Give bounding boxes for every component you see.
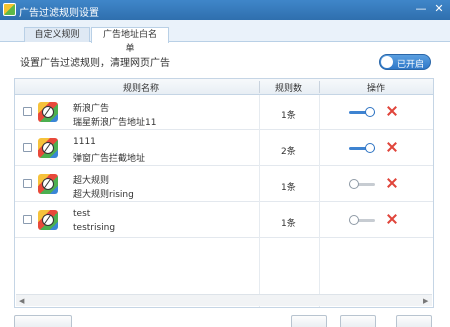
remove-button[interactable] — [340, 315, 376, 327]
delete-icon[interactable] — [387, 106, 397, 116]
rule-count: 1条 — [281, 183, 296, 193]
table-row[interactable]: 1111 弹窗广告拦截地址 2条 — [15, 131, 433, 166]
rule-name: 超大规则 — [73, 176, 110, 186]
rule-icon — [38, 102, 58, 122]
rule-name: test — [73, 209, 91, 219]
column-header-name[interactable]: 规则名称 — [123, 81, 159, 94]
tab-custom-rules[interactable]: 自定义规则 — [24, 27, 90, 42]
column-divider — [319, 81, 320, 93]
add-rule-button[interactable] — [14, 315, 72, 327]
title-bar: 广告过滤规则设置 — ✕ — [0, 0, 450, 20]
column-divider — [259, 95, 260, 307]
table-row[interactable]: 新浪广告 瑞星新浪广告地址11 1条 — [15, 95, 433, 130]
rule-description: testrising — [73, 223, 116, 233]
row-checkbox[interactable] — [23, 143, 32, 152]
table-row[interactable]: test testrising 1条 — [15, 203, 433, 238]
column-divider — [319, 95, 320, 307]
toggle-knob — [381, 56, 393, 68]
horizontal-scrollbar[interactable]: ◀ ▶ — [16, 294, 432, 306]
rule-icon — [38, 210, 58, 230]
rule-description: 瑞星新浪广告地址11 — [73, 118, 157, 128]
delete-icon[interactable] — [387, 214, 397, 224]
rule-enable-slider[interactable] — [349, 179, 375, 189]
row-checkbox[interactable] — [23, 107, 32, 116]
delete-icon[interactable] — [387, 142, 397, 152]
close-button[interactable]: ✕ — [432, 2, 446, 16]
footer-bar — [0, 312, 450, 327]
rule-description: 超大规则rising — [73, 190, 134, 200]
edit-button[interactable] — [291, 315, 327, 327]
column-header-count[interactable]: 规则数 — [275, 81, 302, 94]
table-row[interactable]: 超大规则 超大规则rising 1条 — [15, 167, 433, 202]
rule-count: 1条 — [281, 219, 296, 229]
scroll-left-icon[interactable]: ◀ — [19, 297, 24, 305]
rule-enable-slider[interactable] — [349, 143, 375, 153]
filter-toggle[interactable]: 已开启 — [379, 54, 431, 70]
rule-count: 2条 — [281, 147, 296, 157]
tab-bar: 自定义规则 广告地址白名单 — [0, 20, 450, 54]
ok-button[interactable] — [396, 315, 432, 327]
app-icon — [3, 3, 16, 16]
tab-ad-whitelist[interactable]: 广告地址白名单 — [91, 27, 169, 54]
rule-name: 新浪广告 — [73, 104, 110, 114]
row-checkbox[interactable] — [23, 179, 32, 188]
rule-icon — [38, 138, 58, 158]
delete-icon[interactable] — [387, 178, 397, 188]
rule-name: 1111 — [73, 137, 96, 147]
table-header: 规则名称 规则数 操作 — [15, 79, 433, 95]
column-header-action: 操作 — [367, 84, 386, 94]
settings-description: 设置广告过滤规则，清理网页广告 — [20, 58, 170, 69]
scroll-right-icon[interactable]: ▶ — [423, 297, 428, 305]
minimize-button[interactable]: — — [414, 2, 428, 16]
rule-table: 规则名称 规则数 操作 新浪广告 瑞星新浪广告地址11 1条 1111 弹窗广告… — [14, 78, 434, 308]
rule-icon — [38, 174, 58, 194]
window-title: 广告过滤规则设置 — [19, 8, 99, 19]
rule-count: 1条 — [281, 111, 296, 121]
toggle-label: 已开启 — [397, 60, 425, 70]
rule-enable-slider[interactable] — [349, 107, 375, 117]
row-checkbox[interactable] — [23, 215, 32, 224]
column-divider — [259, 81, 260, 93]
rule-description: 弹窗广告拦截地址 — [73, 154, 146, 164]
rule-enable-slider[interactable] — [349, 215, 375, 225]
